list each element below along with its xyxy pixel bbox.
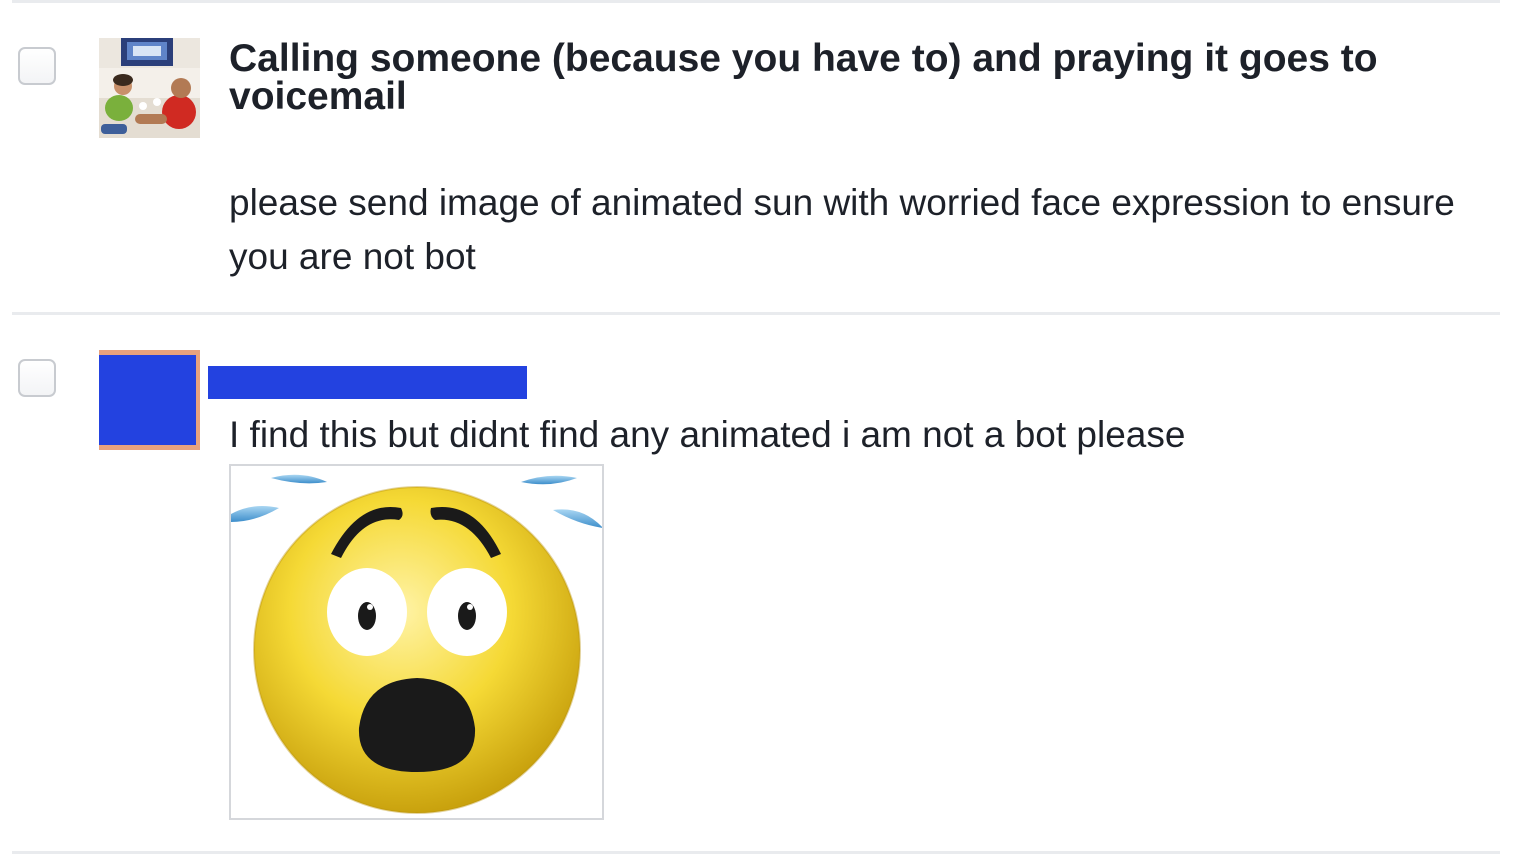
bottom-divider	[12, 851, 1500, 854]
author-name-redaction	[208, 366, 527, 399]
scared-face-emoji-icon	[231, 474, 602, 814]
reply-image-attachment[interactable]	[229, 464, 604, 820]
post-avatar[interactable]	[99, 38, 200, 138]
reply-avatar[interactable]	[99, 350, 200, 450]
post-title[interactable]: Calling someone (because you have to) an…	[229, 39, 1469, 116]
reply-select-checkbox[interactable]	[18, 359, 56, 397]
top-divider	[12, 0, 1500, 3]
post-message: please send image of animated sun with w…	[229, 182, 1455, 277]
reply-author-name-fragment: ▬ ▬ ▬ ▬ ▬ ▬	[234, 349, 474, 357]
post-select-checkbox[interactable]	[18, 47, 56, 85]
two-people-photo-icon	[99, 38, 200, 138]
avatar-redaction	[99, 355, 196, 445]
reply-message: I find this but didnt find any animated …	[229, 414, 1186, 455]
post-divider	[12, 312, 1500, 315]
